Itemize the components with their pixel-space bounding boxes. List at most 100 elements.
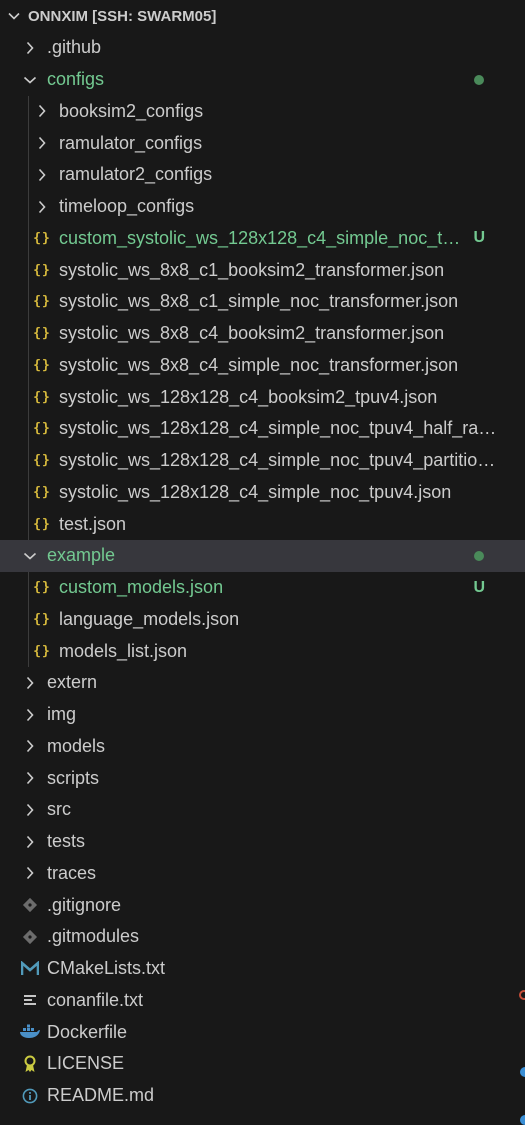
- git-icon: [19, 894, 41, 916]
- tree-folder-row[interactable]: timeloop_configs: [0, 191, 525, 223]
- tree-item-label: .gitignore: [47, 894, 122, 915]
- tree-item-label: README.md: [47, 1085, 155, 1106]
- chevron-right-icon[interactable]: [22, 675, 38, 691]
- tree-item-label: systolic_ws_8x8_c1_booksim2_transformer.…: [59, 259, 445, 280]
- tree-item-label: traces: [47, 862, 97, 883]
- docker-icon: [19, 1021, 41, 1043]
- chevron-right-icon[interactable]: [22, 802, 38, 818]
- modified-dot-icon: [474, 74, 484, 85]
- info-icon: [19, 1085, 41, 1107]
- tree-file-row[interactable]: {} test.json: [0, 508, 525, 540]
- tree-folder-row[interactable]: ramulator2_configs: [0, 159, 525, 191]
- tree-item-label: extern: [47, 672, 98, 693]
- tree-folder-row[interactable]: scripts: [0, 762, 525, 794]
- license-icon: [19, 1053, 41, 1075]
- tree-item-label: .github: [47, 37, 102, 58]
- modified-dot-icon: [474, 550, 484, 561]
- indent-guide: [28, 95, 29, 540]
- json-braces-icon: {}: [33, 516, 51, 532]
- tree-file-row[interactable]: README.md: [0, 1080, 525, 1112]
- tree-file-row[interactable]: {} systolic_ws_128x128_c4_booksim2_tpuv4.…: [0, 381, 525, 413]
- untracked-badge: U: [473, 229, 485, 247]
- tree-file-row[interactable]: {} custom_systolic_ws_128x128_c4_simple_n…: [0, 223, 525, 255]
- tree-file-row[interactable]: CMakeLists.txt: [0, 953, 525, 985]
- tree-file-row[interactable]: {} systolic_ws_8x8_c4_simple_noc_transfor…: [0, 350, 525, 382]
- tree-file-row[interactable]: {} systolic_ws_8x8_c1_booksim2_transforme…: [0, 254, 525, 286]
- tree-file-row[interactable]: LICENSE: [0, 1048, 525, 1080]
- chevron-right-icon[interactable]: [34, 135, 50, 151]
- json-braces-icon: {}: [33, 294, 51, 310]
- status-dot-icon: [520, 1067, 525, 1077]
- tree-item-label: ramulator_configs: [59, 132, 203, 153]
- tree-item-label: tests: [47, 831, 86, 852]
- tree-item-label: scripts: [47, 767, 100, 788]
- tree-item-label: src: [47, 799, 71, 820]
- tree-folder-row[interactable]: tests: [0, 826, 525, 858]
- tree-file-row[interactable]: .gitmodules: [0, 921, 525, 953]
- tree-folder-row[interactable]: traces: [0, 858, 525, 890]
- tree-folder-row[interactable]: configs: [0, 64, 525, 96]
- chevron-right-icon[interactable]: [34, 167, 50, 183]
- tree-file-row[interactable]: Dockerfile: [0, 1016, 525, 1048]
- tree-folder-row[interactable]: ramulator_configs: [0, 127, 525, 159]
- json-braces-icon: {}: [33, 421, 51, 437]
- tree-item-label: systolic_ws_128x128_c4_simple_noc_tpuv4_…: [59, 418, 502, 439]
- tree-item-label: systolic_ws_8x8_c4_booksim2_transformer.…: [59, 323, 445, 344]
- json-braces-icon: {}: [33, 389, 51, 405]
- tree-item-label: configs: [47, 69, 105, 90]
- error-indicator-icon: [519, 990, 525, 1000]
- tree-folder-row[interactable]: extern: [0, 667, 525, 699]
- chevron-down-icon: [8, 12, 20, 20]
- chevron-right-icon[interactable]: [22, 865, 38, 881]
- tree-folder-row[interactable]: img: [0, 699, 525, 731]
- explorer-root-header[interactable]: ONNXIM [SSH: SWARM05]: [0, 0, 525, 32]
- tree-file-row[interactable]: {} systolic_ws_128x128_c4_simple_noc_tpuv…: [0, 413, 525, 445]
- tree-file-row[interactable]: .gitignore: [0, 889, 525, 921]
- tree-item-label: systolic_ws_8x8_c1_simple_noc_transforme…: [59, 291, 459, 312]
- tree-item-label: ramulator2_configs: [59, 164, 213, 185]
- chevron-right-icon[interactable]: [22, 770, 38, 786]
- indent-guide: [28, 571, 29, 667]
- tree-file-row[interactable]: conanfile.txt: [0, 985, 525, 1017]
- json-braces-icon: {}: [33, 484, 51, 500]
- tree-file-row[interactable]: {} language_models.json: [0, 604, 525, 636]
- chevron-right-icon[interactable]: [34, 103, 50, 119]
- tree-file-row[interactable]: {} systolic_ws_128x128_c4_simple_noc_tpuv…: [0, 477, 525, 509]
- tree-file-row[interactable]: {} custom_models.json U: [0, 572, 525, 604]
- tree-folder-row[interactable]: .github: [0, 32, 525, 64]
- chevron-right-icon[interactable]: [22, 738, 38, 754]
- tree-item-label: timeloop_configs: [59, 196, 195, 217]
- tree-item-label: custom_systolic_ws_128x128_c4_simple_noc…: [59, 227, 462, 248]
- tree-file-row[interactable]: {} systolic_ws_128x128_c4_simple_noc_tpuv…: [0, 445, 525, 477]
- chevron-right-icon[interactable]: [22, 40, 38, 56]
- json-braces-icon: {}: [33, 357, 51, 373]
- tree-file-row[interactable]: {} systolic_ws_8x8_c1_simple_noc_transfor…: [0, 286, 525, 318]
- chevron-right-icon[interactable]: [22, 834, 38, 850]
- text-file-icon: [19, 989, 41, 1011]
- tree-folder-row[interactable]: models: [0, 731, 525, 763]
- tree-item-label: Dockerfile: [47, 1021, 128, 1042]
- file-tree: .github configs booksim2_configs ramulator_…: [0, 32, 525, 1112]
- tree-folder-row[interactable]: booksim2_configs: [0, 96, 525, 128]
- tree-file-row[interactable]: {} systolic_ws_8x8_c4_booksim2_transforme…: [0, 318, 525, 350]
- git-icon: [19, 926, 41, 948]
- tree-item-label: systolic_ws_128x128_c4_simple_noc_tpuv4_…: [59, 450, 502, 471]
- chevron-down-icon[interactable]: [22, 548, 38, 564]
- json-braces-icon: {}: [33, 611, 51, 627]
- file-explorer: ONNXIM [SSH: SWARM05] .github configs book…: [0, 0, 525, 1125]
- tree-folder-row[interactable]: example: [0, 540, 525, 572]
- chevron-right-icon[interactable]: [22, 707, 38, 723]
- json-braces-icon: {}: [33, 230, 51, 246]
- chevron-right-icon[interactable]: [34, 199, 50, 215]
- tree-item-label: language_models.json: [59, 608, 240, 629]
- tree-item-label: conanfile.txt: [47, 989, 144, 1010]
- tree-folder-row[interactable]: src: [0, 794, 525, 826]
- tree-file-row[interactable]: {} models_list.json: [0, 635, 525, 667]
- tree-item-label: test.json: [59, 513, 127, 534]
- tree-item-label: models: [47, 735, 106, 756]
- json-braces-icon: {}: [33, 453, 51, 469]
- tree-item-label: custom_models.json: [59, 577, 224, 598]
- tree-item-label: systolic_ws_8x8_c4_simple_noc_transforme…: [59, 354, 459, 375]
- chevron-down-icon[interactable]: [22, 72, 38, 88]
- untracked-badge: U: [473, 578, 485, 596]
